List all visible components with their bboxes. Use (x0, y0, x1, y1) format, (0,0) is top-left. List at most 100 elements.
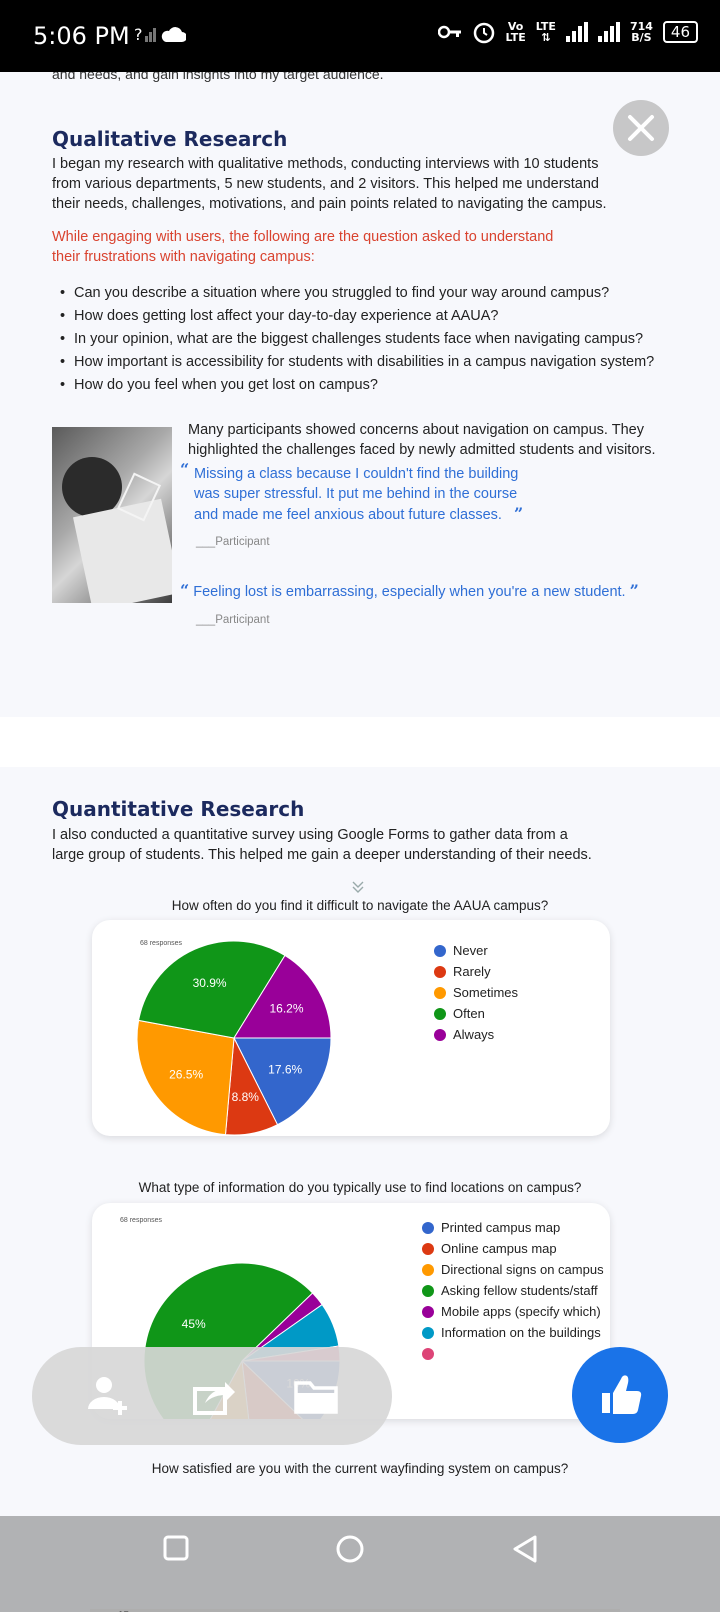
slice-label: 16.2% (270, 1002, 304, 1016)
legend-item: Directional signs on campus (422, 1259, 604, 1280)
list-item: Can you describe a situation where you s… (60, 282, 654, 305)
chart1-pie: 17.6% 8.8% 26.5% 30.9% 16.2% (136, 940, 332, 1136)
share-button[interactable] (187, 1371, 237, 1421)
svg-text:?: ? (134, 25, 143, 44)
lte-indicator: LTE ⇅ (535, 20, 556, 44)
list-item: In your opinion, what are the biggest ch… (60, 328, 654, 351)
legend-dot (434, 1028, 446, 1041)
net-speed: 714 B/S (629, 20, 653, 44)
legend-item: Always (434, 1024, 518, 1045)
legend-item: Sometimes (434, 982, 518, 1003)
list-item: How does getting lost affect your day-to… (60, 305, 654, 328)
status-right-icons: Vo LTE LTE ⇅ 714 B/S 46 (437, 20, 698, 44)
legend-dot (422, 1263, 434, 1276)
chart2-legend: Printed campus map Online campus map Direc… (422, 1217, 604, 1364)
legend-label: Information on the buildings (441, 1325, 601, 1340)
slice-label: 8.8% (232, 1090, 260, 1104)
legend-dot (434, 1007, 446, 1020)
floating-toolbar (32, 1347, 392, 1445)
participant-photo (52, 427, 172, 603)
slice-label: 26.5% (169, 1067, 203, 1081)
navigation-bar (0, 1516, 720, 1612)
qualitative-intro: I began my research with qualitative met… (52, 156, 607, 212)
legend-item: Printed campus map (422, 1217, 604, 1238)
legend-dot (422, 1305, 434, 1318)
chevron-down-icon (352, 881, 364, 893)
chart1-card: 68 responses 17.6% 8.8% 26.5% 30.9% 16.2% Ne… (92, 920, 610, 1136)
add-user-button[interactable] (84, 1371, 134, 1421)
folder-icon (294, 1381, 338, 1414)
legend-dot (434, 944, 446, 957)
legend-item: Often (434, 1003, 518, 1024)
legend-dot (434, 965, 446, 978)
slice-label: 17.6% (268, 1063, 302, 1077)
list-item: How important is accessibility for stude… (60, 351, 654, 374)
quantitative-title: Quantitative Research (52, 797, 305, 821)
signal-icon (565, 22, 588, 42)
add-user-icon (88, 1377, 127, 1415)
legend-label: Never (453, 943, 488, 958)
quote-2: “ Feeling lost is embarrassing, especial… (180, 581, 639, 600)
legend-dot (422, 1347, 434, 1360)
alarm-icon (473, 22, 494, 44)
legend-dot (434, 986, 446, 999)
legend-label: Directional signs on campus (441, 1262, 604, 1277)
legend-label: Online campus map (441, 1241, 557, 1256)
participant-label-1: ___Participant (196, 536, 270, 548)
thumbs-up-icon (602, 1375, 642, 1414)
chart1-question: How often do you find it difficult to na… (171, 898, 549, 913)
participant-label-2: ___Participant (196, 614, 270, 626)
home-icon (336, 1535, 364, 1563)
quote-1: “ Missing a class because I couldn't fin… (180, 460, 524, 523)
chart3-question: How satisfied are you with the current w… (151, 1461, 569, 1476)
findings-text: Many participants showed concerns about … (188, 422, 656, 458)
close-quote-icon: ” (629, 581, 639, 600)
slice-label: 45% (182, 1317, 206, 1331)
legend-item: Mobile apps (specify which) (422, 1301, 604, 1322)
legend-label: Printed campus map (441, 1220, 561, 1235)
legend-item: Asking fellow students/staff (422, 1280, 604, 1301)
key-icon (437, 25, 461, 39)
legend-label: Sometimes (453, 985, 519, 1000)
legend-label: Asking fellow students/staff (441, 1283, 598, 1298)
open-quote-icon: “ (180, 581, 190, 600)
cut-off-text: and needs, and gain insights into my tar… (52, 72, 384, 82)
back-icon (513, 1535, 537, 1563)
legend-label: Rarely (453, 964, 491, 979)
open-quote-icon: “ (180, 460, 190, 479)
chart1-legend: Never Rarely Sometimes Often Always (434, 940, 518, 1045)
slice-label: 30.9% (193, 976, 227, 990)
qualitative-title: Qualitative Research (52, 127, 288, 151)
legend-item: Rarely (434, 961, 518, 982)
quantitative-intro: I also conducted a quantitative survey u… (52, 827, 592, 863)
legend-label: Mobile apps (specify which) (441, 1304, 601, 1319)
share-icon (193, 1382, 235, 1415)
legend-item: Never (434, 940, 518, 961)
folder-button[interactable] (292, 1371, 342, 1421)
legend-dot (422, 1221, 434, 1234)
legend-dot (422, 1242, 434, 1255)
list-item: How do you feel when you get lost on cam… (60, 374, 654, 397)
legend-item: Online campus map (422, 1238, 604, 1259)
quantitative-card: Quantitative Research I also conducted a… (0, 767, 720, 1612)
interview-questions-list: Can you describe a situation where you s… (60, 282, 654, 397)
close-button[interactable] (613, 100, 669, 156)
like-button[interactable] (572, 1347, 668, 1443)
legend-dot (422, 1284, 434, 1297)
signal-icon-2 (597, 22, 620, 42)
status-bar: 5:06 PM ? Vo LTE LTE ⇅ 714 B/S 46 (0, 0, 720, 72)
legend-label: Often (453, 1006, 485, 1021)
chart2-question: What type of information do you typicall… (138, 1180, 582, 1195)
legend-item: Information on the buildings (422, 1322, 604, 1343)
question-intro-red: While engaging with users, the following… (52, 229, 554, 265)
cloud-icon (161, 27, 187, 42)
volte-indicator: Vo LTE (505, 20, 526, 44)
no-sim-signal-icon: ? (134, 22, 187, 53)
qualitative-card: and needs, and gain insights into my tar… (0, 72, 720, 717)
close-icon (628, 115, 654, 141)
legend-dot (422, 1326, 434, 1339)
status-time: 5:06 PM (33, 22, 130, 50)
document-page[interactable]: and needs, and gain insights into my tar… (0, 72, 720, 1612)
legend-label: Always (453, 1027, 495, 1042)
recents-icon (163, 1535, 189, 1561)
